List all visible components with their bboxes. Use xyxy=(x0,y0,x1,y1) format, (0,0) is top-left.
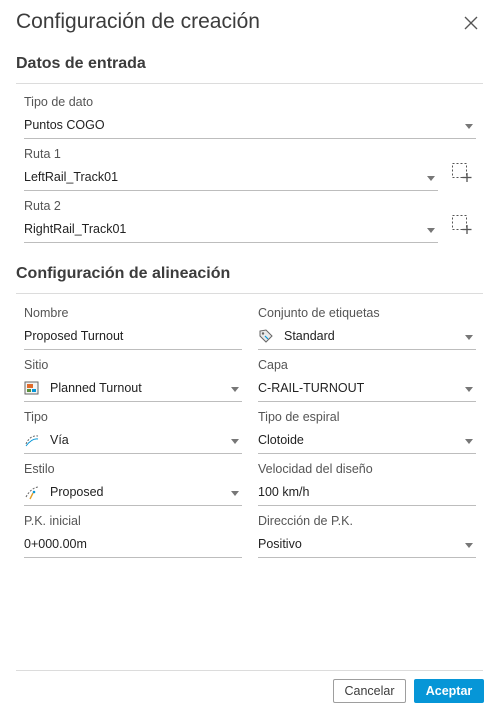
site-value: Planned Turnout xyxy=(50,381,142,395)
footer-divider xyxy=(16,670,483,671)
route1-pick-button[interactable] xyxy=(450,161,472,183)
chevron-down-icon xyxy=(465,439,473,444)
chevron-down-icon xyxy=(427,228,435,233)
spiral-type-label: Tipo de espiral xyxy=(258,410,340,424)
cancel-button[interactable]: Cancelar xyxy=(333,679,406,703)
chevron-down-icon xyxy=(465,335,473,340)
style-label: Estilo xyxy=(24,462,55,476)
data-type-label: Tipo de dato xyxy=(24,95,94,109)
select-add-icon xyxy=(452,163,472,182)
start-station-value: 0+000.00m xyxy=(24,537,87,551)
accept-button[interactable]: Aceptar xyxy=(414,679,484,703)
chevron-down-icon xyxy=(465,124,473,129)
chevron-down-icon xyxy=(465,543,473,548)
style-icon xyxy=(25,486,39,500)
station-direction-label: Dirección de P.K. xyxy=(258,514,353,528)
site-label: Sitio xyxy=(24,358,49,372)
section-title-alignment: Configuración de alineación xyxy=(16,265,231,282)
start-station-label: P.K. inicial xyxy=(24,514,81,528)
route2-label: Ruta 2 xyxy=(24,199,61,213)
section-title-input-data: Datos de entrada xyxy=(16,55,146,72)
name-value: Proposed Turnout xyxy=(24,329,124,343)
section-divider xyxy=(16,293,483,294)
data-type-value: Puntos COGO xyxy=(24,118,105,132)
route2-pick-button[interactable] xyxy=(450,213,472,235)
layer-select[interactable]: C-RAIL-TURNOUT xyxy=(258,378,476,402)
design-speed-label: Velocidad del diseño xyxy=(258,462,373,476)
chevron-down-icon xyxy=(427,176,435,181)
style-value: Proposed xyxy=(50,485,104,499)
chevron-down-icon xyxy=(231,491,239,496)
station-direction-select[interactable]: Positivo xyxy=(258,534,476,558)
spiral-type-select[interactable]: Clotoide xyxy=(258,430,476,454)
name-input[interactable]: Proposed Turnout xyxy=(24,326,242,350)
station-direction-value: Positivo xyxy=(258,537,302,551)
type-select[interactable]: Vía xyxy=(24,430,242,454)
label-set-label: Conjunto de etiquetas xyxy=(258,306,380,320)
route1-select[interactable]: LeftRail_Track01 xyxy=(24,167,438,191)
site-icon xyxy=(24,381,39,395)
section-divider xyxy=(16,83,483,84)
spiral-type-value: Clotoide xyxy=(258,433,304,447)
label-set-value: Standard xyxy=(284,329,335,343)
route2-select[interactable]: RightRail_Track01 xyxy=(24,219,438,243)
type-label: Tipo xyxy=(24,410,48,424)
start-station-input[interactable]: 0+000.00m xyxy=(24,534,242,558)
layer-value: C-RAIL-TURNOUT xyxy=(258,381,365,395)
dialog-title: Configuración de creación xyxy=(16,10,260,33)
label-set-select[interactable]: Standard xyxy=(258,326,476,350)
close-button[interactable] xyxy=(460,12,482,34)
chevron-down-icon xyxy=(465,387,473,392)
style-select[interactable]: Proposed xyxy=(24,482,242,506)
route2-value: RightRail_Track01 xyxy=(24,222,127,236)
route1-value: LeftRail_Track01 xyxy=(24,170,119,184)
design-speed-value: 100 km/h xyxy=(258,485,310,499)
select-add-icon xyxy=(452,215,472,234)
type-value: Vía xyxy=(50,433,69,447)
chevron-down-icon xyxy=(231,439,239,444)
close-icon xyxy=(464,16,478,30)
chevron-down-icon xyxy=(231,387,239,392)
tag-icon xyxy=(259,329,273,343)
data-type-select[interactable]: Puntos COGO xyxy=(24,115,476,139)
name-label: Nombre xyxy=(24,306,69,320)
track-icon xyxy=(25,435,39,447)
route1-label: Ruta 1 xyxy=(24,147,61,161)
layer-label: Capa xyxy=(258,358,288,372)
site-select[interactable]: Planned Turnout xyxy=(24,378,242,402)
design-speed-input[interactable]: 100 km/h xyxy=(258,482,476,506)
